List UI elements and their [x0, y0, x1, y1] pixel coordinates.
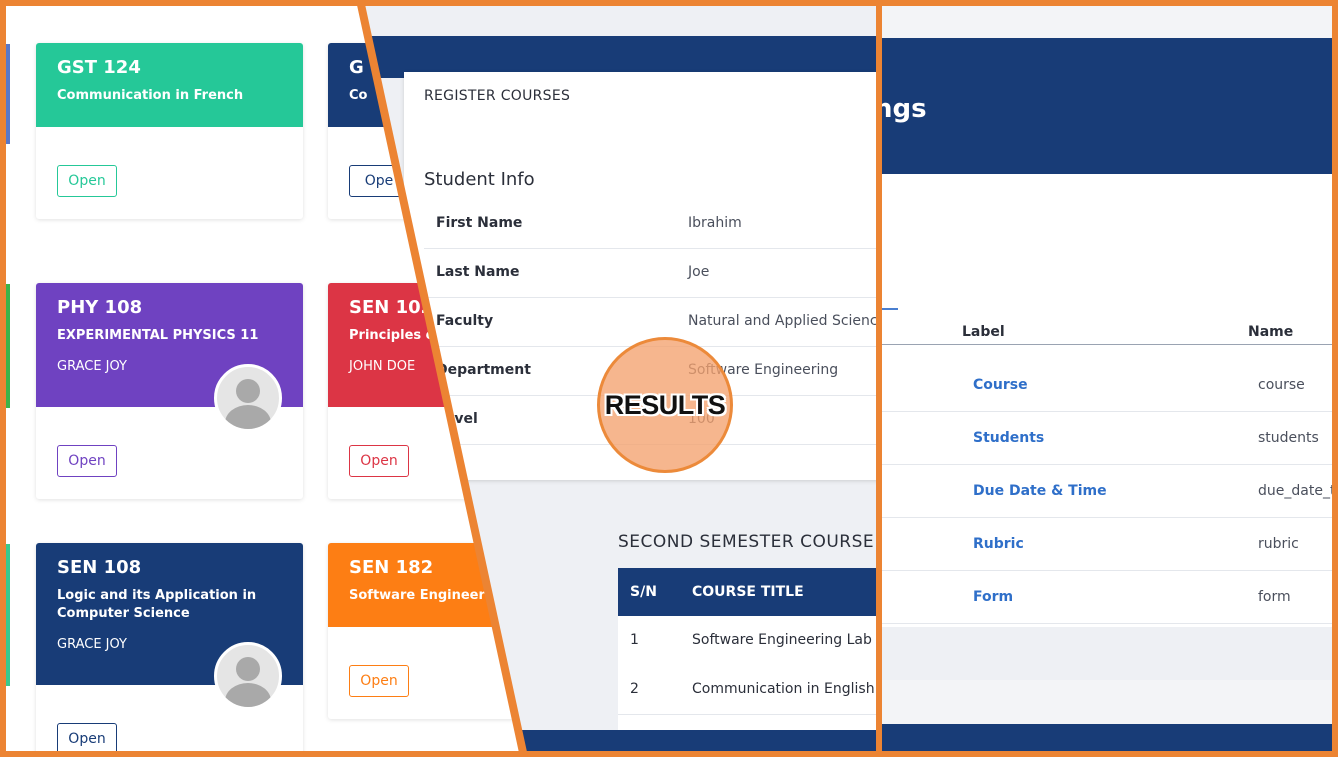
modal-title: REGISTER COURSES: [424, 88, 571, 104]
lecturer-name: JOHN DOE: [349, 359, 416, 374]
edge-accent: [0, 44, 10, 144]
settings-banner: [878, 38, 1338, 174]
row-course-title: Communication in English II: [692, 681, 888, 697]
column-header-title: COURSE TITLE: [692, 584, 804, 600]
field-link-rubric[interactable]: Rubric: [973, 536, 1024, 552]
column-header-sn: S/N: [630, 584, 657, 600]
course-code: SEN 182: [349, 557, 434, 578]
avatar: [214, 364, 282, 432]
lecturer-name: GRACE JOY: [57, 637, 127, 652]
lecturer-name: GRACE JOY: [57, 359, 127, 374]
table-row: Course course: [878, 358, 1338, 412]
row-sn: 1: [630, 632, 639, 648]
row-sn: 2: [630, 681, 639, 697]
course-title: Logic and its Application in Computer Sc…: [57, 588, 257, 621]
course-code: PHY 108: [57, 297, 143, 318]
field-link-form[interactable]: Form: [973, 589, 1013, 605]
student-info-heading: Student Info: [424, 169, 535, 190]
field-name: students: [1258, 430, 1319, 446]
table-footer: [878, 627, 1338, 680]
field-name: rubric: [1258, 536, 1299, 552]
course-card: GST 124 Communication in French Open: [36, 43, 303, 219]
row-course-title: Software Engineering Lab II: [692, 632, 885, 648]
info-key: Faculty: [436, 313, 494, 329]
table-row: Students students: [878, 411, 1338, 465]
table-row: Due Date & Time due_date_t: [878, 464, 1338, 518]
course-title: Communication in French: [57, 88, 244, 103]
info-value: Natural and Applied Science: [688, 313, 887, 329]
open-button[interactable]: Open: [349, 665, 409, 697]
info-key: First Name: [436, 215, 523, 231]
course-code: GST 124: [57, 57, 141, 78]
course-title: EXPERIMENTAL PHYSICS 11: [57, 328, 259, 343]
table-row: Rubric rubric: [878, 517, 1338, 571]
table-row: Form form: [878, 570, 1338, 624]
settings-panel: ngs Label Name Course course Students st…: [878, 0, 1338, 757]
open-button[interactable]: Open: [57, 723, 117, 755]
info-key: Department: [436, 362, 531, 378]
info-value: Joe: [688, 264, 710, 280]
avatar: [214, 642, 282, 710]
semester-heading: SECOND SEMESTER COURSE: [618, 532, 875, 552]
course-code: SEN 108: [57, 557, 142, 578]
field-link-students[interactable]: Students: [973, 430, 1044, 446]
info-key: Last Name: [436, 264, 520, 280]
course-code: SEN 102: [349, 297, 434, 318]
field-name: due_date_t: [1258, 483, 1336, 499]
course-code: G: [349, 57, 364, 78]
field-link-due-date[interactable]: Due Date & Time: [973, 483, 1107, 499]
open-button[interactable]: Open: [57, 445, 117, 477]
footer-bar: [878, 724, 1338, 757]
open-button[interactable]: Open: [349, 445, 409, 477]
column-header-name: Name: [1248, 324, 1294, 340]
settings-banner-title: ngs: [878, 94, 927, 124]
field-name: course: [1258, 377, 1305, 393]
course-card: PHY 108 EXPERIMENTAL PHYSICS 11 GRACE JO…: [36, 283, 303, 499]
info-row: First Name Ibrahim: [424, 199, 878, 249]
edge-accent: [0, 284, 10, 408]
field-link-course[interactable]: Course: [973, 377, 1028, 393]
info-value: Ibrahim: [688, 215, 742, 231]
course-card-header: [36, 43, 303, 127]
info-row: Last Name Joe: [424, 248, 878, 298]
active-tab-indicator: [878, 308, 898, 310]
results-badge: RESULTS: [597, 337, 733, 473]
edge-accent: [0, 544, 10, 686]
course-card: SEN 108 Logic and its Application in Com…: [36, 543, 303, 757]
table-row[interactable]: 2 Communication in English II: [618, 665, 878, 715]
results-badge-label: RESULTS: [604, 389, 726, 420]
column-header-label: Label: [962, 324, 1005, 340]
field-name: form: [1258, 589, 1291, 605]
top-strip: [878, 0, 1338, 38]
open-button[interactable]: Open: [57, 165, 117, 197]
table-row[interactable]: 1 Software Engineering Lab II: [618, 616, 885, 666]
courses-table-header: S/N COURSE TITLE: [618, 568, 878, 616]
header-divider: [878, 344, 1338, 345]
